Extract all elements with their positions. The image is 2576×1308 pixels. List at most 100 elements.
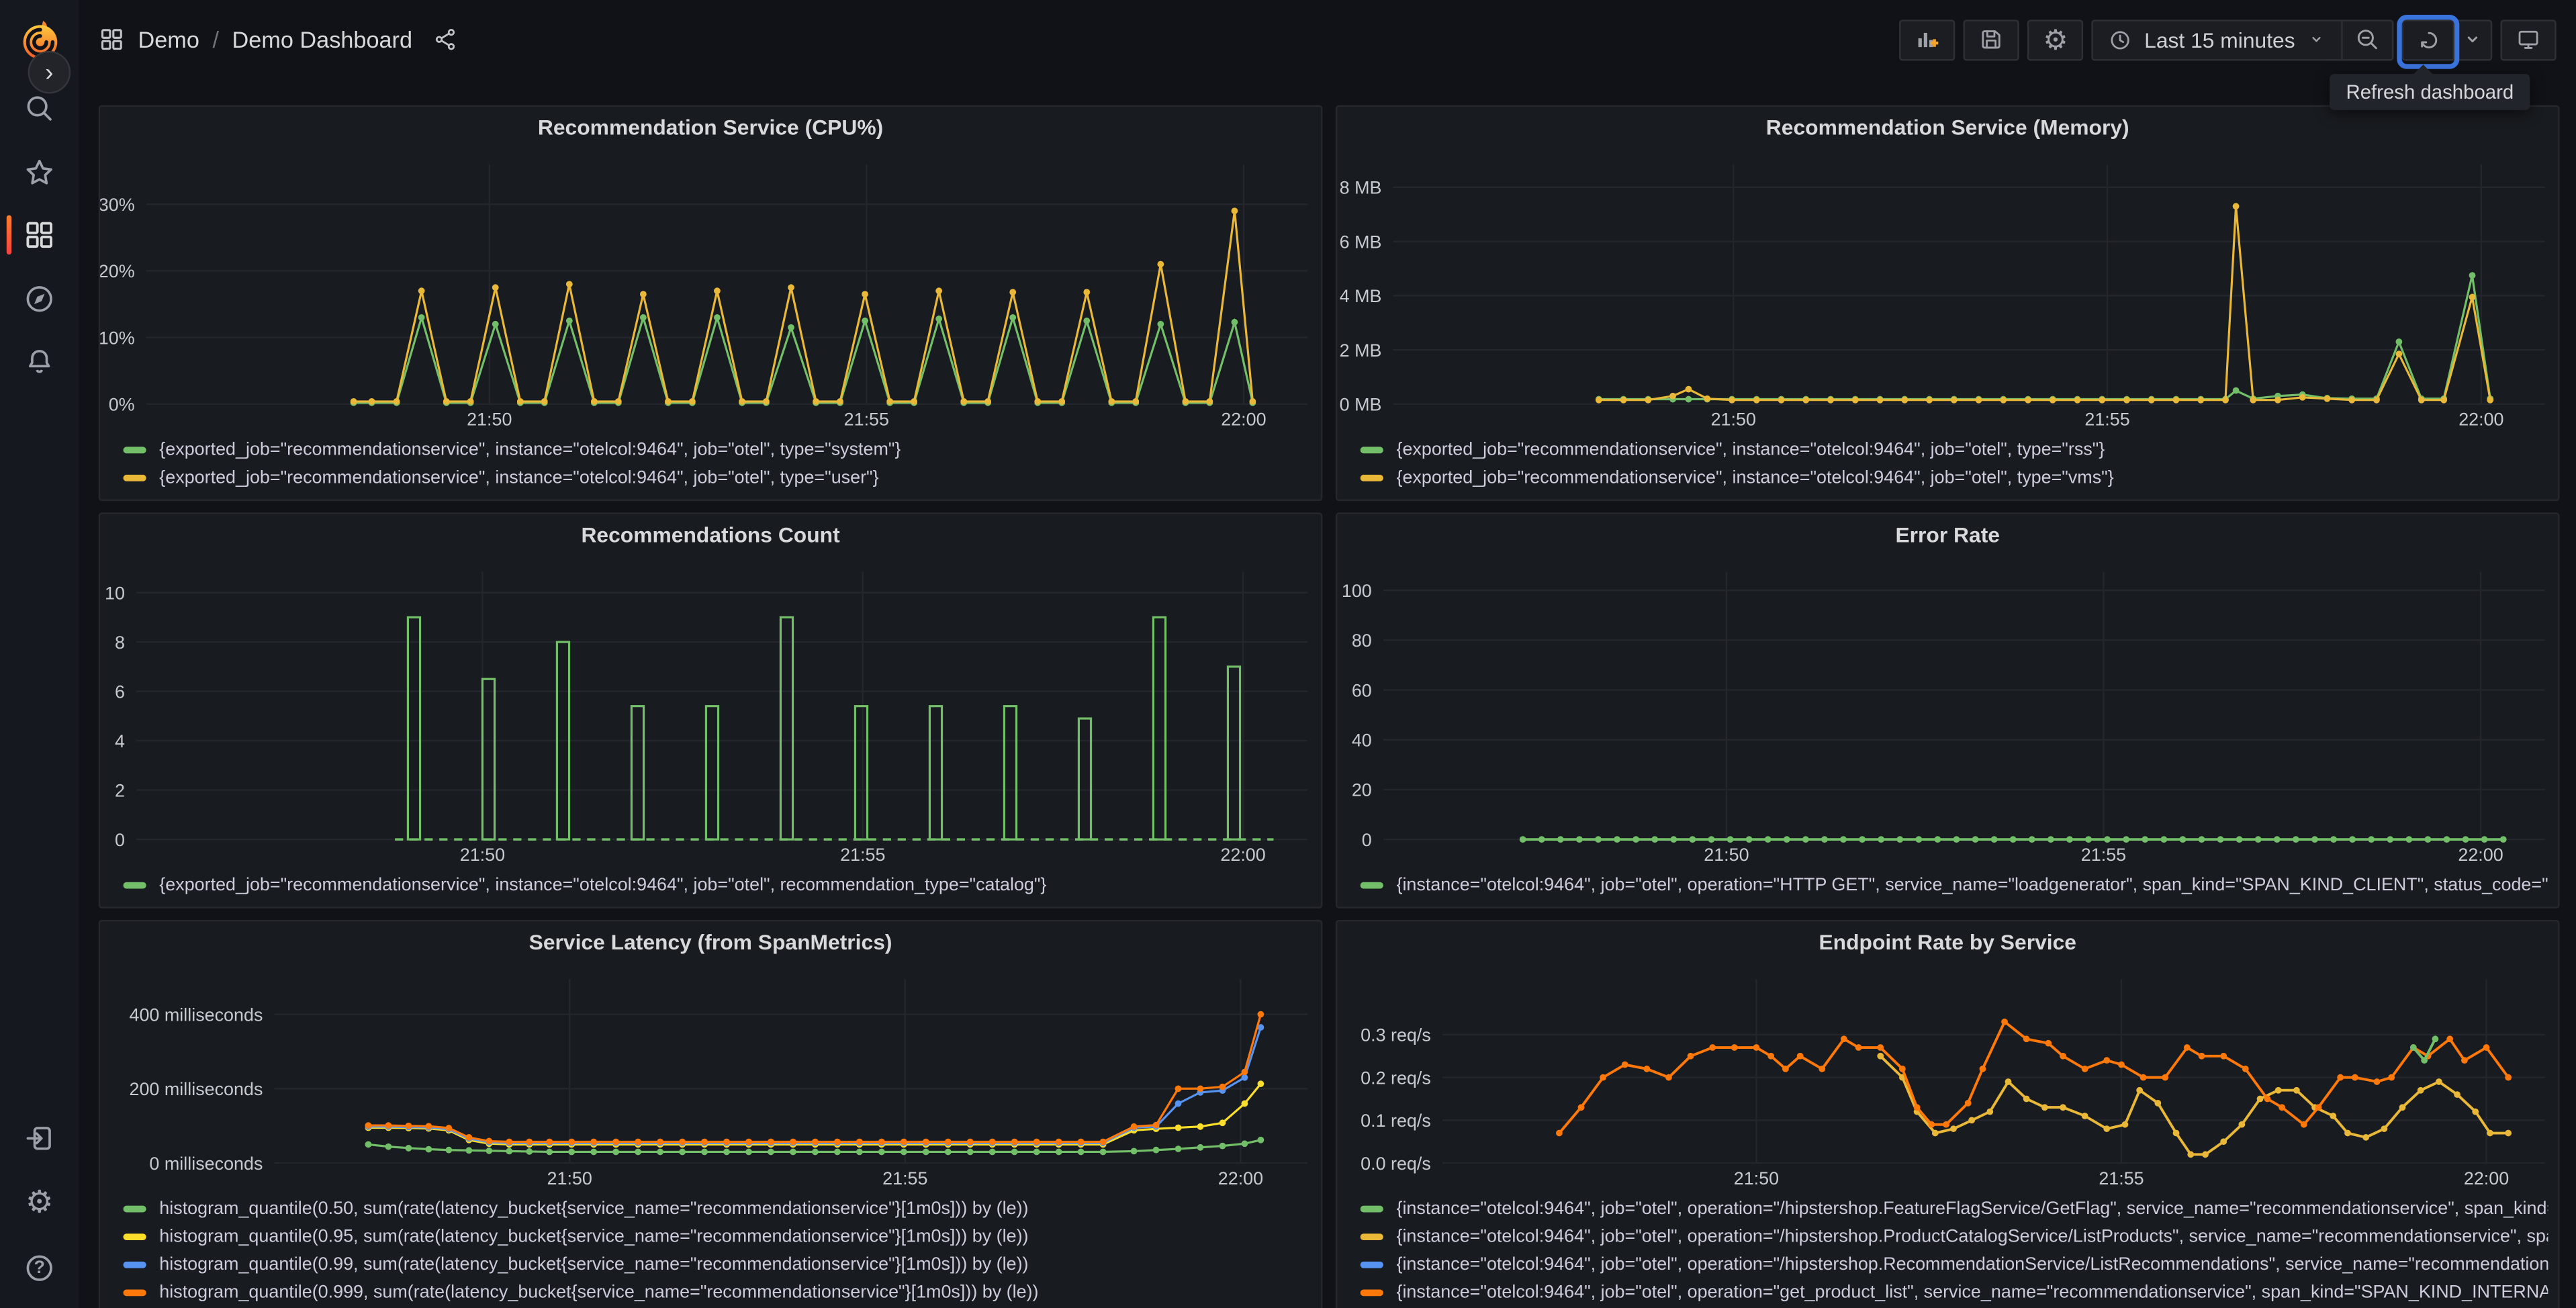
- point: [2123, 836, 2130, 843]
- share-icon[interactable]: [432, 26, 458, 52]
- point: [1926, 396, 1933, 404]
- point: [1257, 1136, 1264, 1143]
- point: [834, 1138, 841, 1146]
- legend-label[interactable]: {exported_job="recommendationservice", i…: [159, 439, 901, 459]
- sidebar-nav: [6, 84, 64, 386]
- panel-title[interactable]: Recommendations Count: [100, 514, 1321, 557]
- point: [1621, 1061, 1628, 1068]
- time-series-plot[interactable]: 0 2 4 6 8 10 21:50 21:55 22:00: [100, 557, 1321, 867]
- point: [1219, 1119, 1226, 1127]
- time-series-plot[interactable]: 0 MB 2 MB 4 MB 6 MB 8 MB 21:50 21:55 22:00: [1337, 150, 2558, 432]
- breadcrumb-section[interactable]: Demo: [138, 26, 199, 52]
- legend-label[interactable]: histogram_quantile(0.50, sum(rate(latenc…: [159, 1199, 1028, 1218]
- point: [911, 398, 917, 405]
- point: [1964, 1099, 1972, 1107]
- point: [2409, 1044, 2417, 1051]
- breadcrumb-page-title: Demo Dashboard: [232, 26, 413, 53]
- sidebar-item-help[interactable]: ?: [15, 1243, 64, 1292]
- refresh-dashboard-button[interactable]: [2397, 13, 2460, 68]
- sidebar-item-dashboards[interactable]: [6, 210, 64, 259]
- point: [1950, 1125, 1957, 1132]
- legend-label[interactable]: {exported_job="recommendationservice", i…: [159, 875, 1046, 894]
- point: [2446, 1035, 2454, 1043]
- dashboard-settings-button[interactable]: ⚙: [2027, 19, 2084, 60]
- sidebar-item-starred[interactable]: [15, 147, 64, 196]
- sidebar-item-explore[interactable]: [15, 273, 64, 322]
- point: [1175, 1124, 1182, 1131]
- legend-label[interactable]: {instance="otelcol:9464", job="otel", op…: [1396, 875, 2548, 894]
- point: [2461, 1057, 2468, 1064]
- sidebar-item-alerting[interactable]: [15, 337, 64, 386]
- point: [365, 1141, 372, 1148]
- legend-label[interactable]: {exported_job="recommendationservice", i…: [1396, 467, 2113, 487]
- panel-chart: 0 MB 2 MB 4 MB 6 MB 8 MB 21:50 21:55 22:00: [1337, 150, 2558, 432]
- point: [922, 1148, 929, 1156]
- legend-item: {instance="otelcol:9464", job="otel", op…: [1360, 1250, 2548, 1278]
- point: [1206, 398, 1213, 405]
- add-panel-button[interactable]: [1899, 19, 1956, 60]
- legend-label[interactable]: histogram_quantile(0.99, sum(rate(latenc…: [159, 1254, 1028, 1274]
- point: [1819, 1065, 1826, 1072]
- point: [1182, 398, 1189, 405]
- time-range-picker[interactable]: Last 15 minutes: [2093, 21, 2341, 58]
- legend-label[interactable]: {instance="otelcol:9464", job="otel", op…: [1396, 1226, 2548, 1246]
- point: [1685, 395, 1692, 403]
- refresh-interval-button[interactable]: [2454, 21, 2491, 58]
- time-series-plot[interactable]: 0.0 req/s 0.1 req/s 0.2 req/s 0.3 req/s 21:5…: [1337, 964, 2558, 1191]
- point: [568, 1138, 576, 1146]
- save-dashboard-button[interactable]: [1964, 19, 2020, 60]
- point: [679, 1148, 686, 1156]
- point: [418, 287, 425, 295]
- cycle-view-mode-button[interactable]: [2500, 19, 2557, 60]
- panel-title[interactable]: Recommendation Service (Memory): [1337, 107, 2558, 150]
- legend-label[interactable]: histogram_quantile(0.999, sum(rate(laten…: [159, 1282, 1038, 1301]
- legend-label[interactable]: {instance="otelcol:9464", job="otel", op…: [1396, 1282, 2548, 1301]
- y-axis-label: 0.0 req/s: [1361, 1154, 1431, 1174]
- x-axis-label: 22:00: [2458, 410, 2503, 430]
- sidebar-item-sign-in[interactable]: [15, 1113, 64, 1162]
- point: [1913, 1104, 1921, 1111]
- legend-label[interactable]: {exported_job="recommendationservice", i…: [159, 467, 878, 487]
- point: [1669, 392, 1676, 400]
- panel-error-rate: Error Rate 0 20 40 60 80 100 21:50 21:55 22:00 {…: [1335, 512, 2560, 908]
- point: [2187, 1151, 2195, 1158]
- time-series-plot[interactable]: 0 milliseconds 200 milliseconds 400 millis…: [100, 964, 1321, 1191]
- point: [2368, 836, 2375, 843]
- point: [2023, 1035, 2030, 1043]
- legend-label[interactable]: {exported_job="recommendationservice", i…: [1396, 439, 2105, 459]
- point: [2274, 1086, 2282, 1094]
- point: [1033, 1138, 1040, 1146]
- legend-label[interactable]: {instance="otelcol:9464", job="otel", op…: [1396, 1199, 2548, 1218]
- point: [788, 324, 794, 331]
- zoom-out-button[interactable]: [2343, 21, 2392, 58]
- point: [1972, 836, 1979, 843]
- point: [1877, 1052, 1884, 1060]
- point: [506, 1138, 513, 1146]
- legend-swatch: [123, 1260, 146, 1268]
- panel-title[interactable]: Recommendation Service (CPU%): [100, 107, 1321, 150]
- x-axis-label: 21:50: [1704, 845, 1749, 865]
- legend-label[interactable]: {instance="otelcol:9464", job="otel", op…: [1396, 1254, 2548, 1274]
- point: [2293, 1086, 2300, 1094]
- point: [1108, 398, 1115, 405]
- panel-title[interactable]: Service Latency (from SpanMetrics): [100, 921, 1321, 964]
- time-series-plot[interactable]: 0% 10% 20% 30% 21:50 21:55 22:00: [100, 150, 1321, 432]
- panel-title[interactable]: Error Rate: [1337, 514, 2558, 557]
- point: [886, 398, 894, 405]
- point: [1651, 836, 1659, 843]
- point: [2254, 836, 2262, 843]
- panel-chart: 0 20 40 60 80 100 21:50 21:55 22:00: [1337, 557, 2558, 867]
- point: [2483, 1044, 2490, 1051]
- point: [745, 1138, 752, 1146]
- point: [2418, 396, 2425, 404]
- point: [1704, 395, 1711, 402]
- y-axis-label: 8: [115, 633, 125, 653]
- panel-title[interactable]: Endpoint Rate by Service: [1337, 921, 2558, 964]
- y-axis-label: 100: [1342, 581, 1372, 601]
- point: [467, 398, 474, 405]
- sidebar-expand-button[interactable]: ›: [28, 50, 71, 94]
- legend-label[interactable]: histogram_quantile(0.95, sum(rate(latenc…: [159, 1226, 1028, 1246]
- sidebar-item-settings[interactable]: ⚙: [15, 1178, 64, 1227]
- point: [1731, 1044, 1738, 1051]
- time-series-plot[interactable]: 0 20 40 60 80 100 21:50 21:55 22:00: [1337, 557, 2558, 867]
